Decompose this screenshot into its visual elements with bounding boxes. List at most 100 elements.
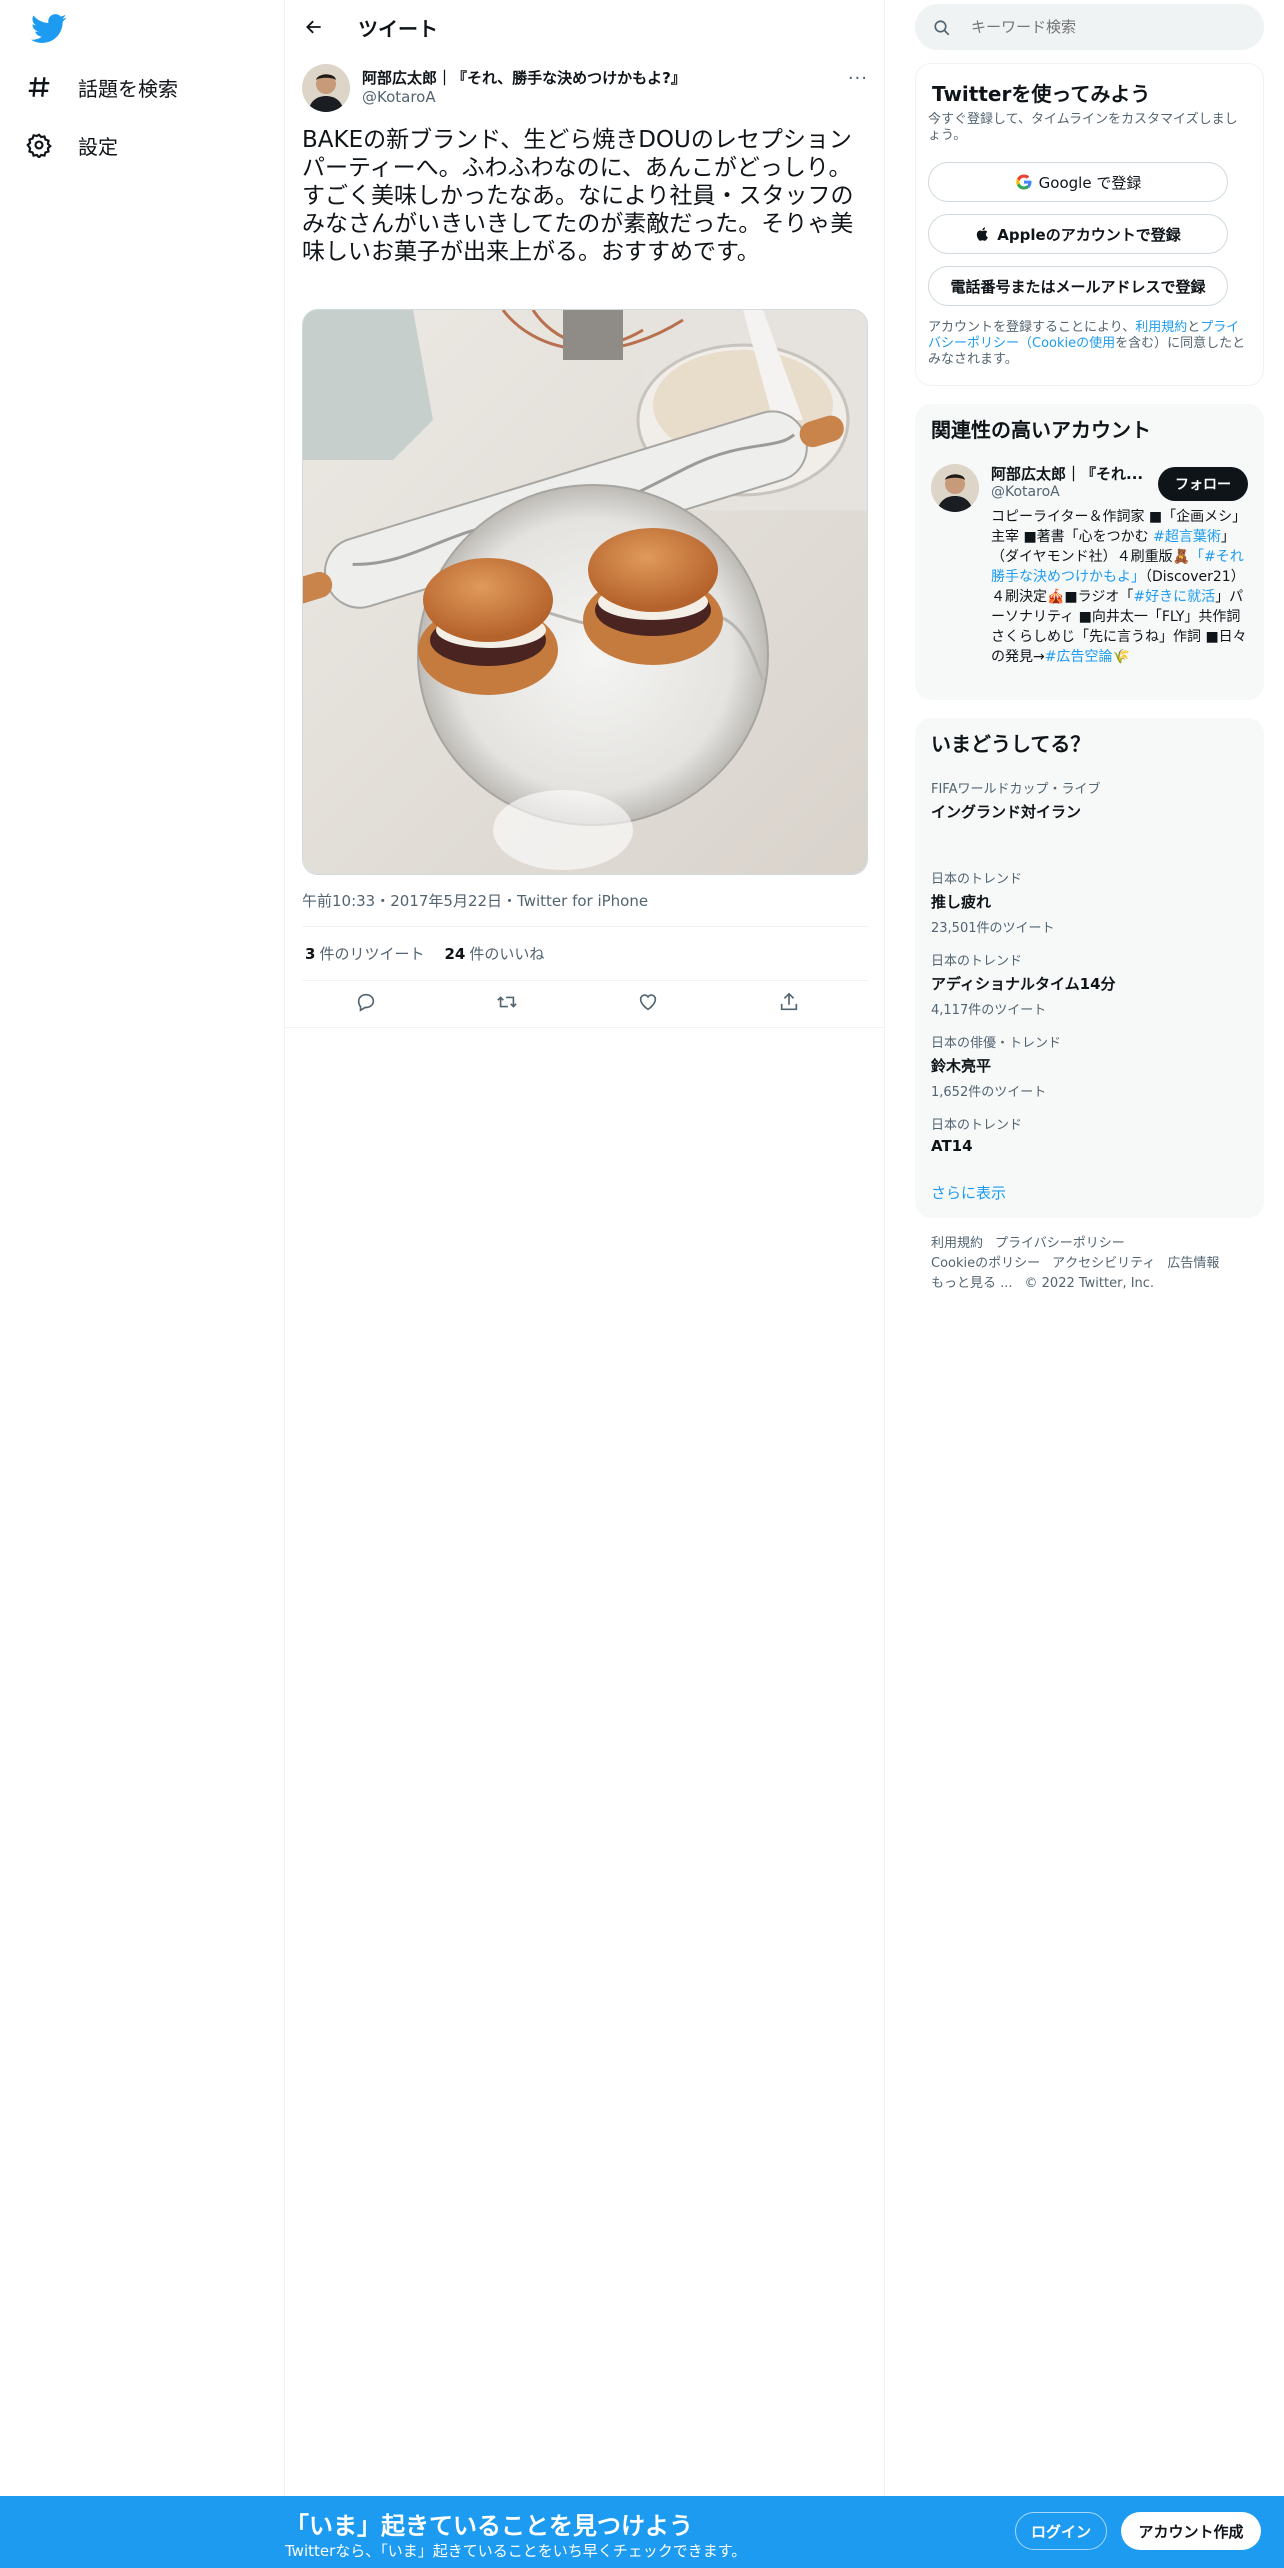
footer-links: 利用規約 プライバシーポリシー Cookieのポリシー アクセシビリティ 広告情報 も… xyxy=(931,1234,1251,1294)
trend-item[interactable]: 日本のトレンド アディショナルタイム14分 4,117件のツイート xyxy=(931,950,1116,1018)
trends-title: いまどうしてる？ xyxy=(931,732,1091,756)
divider xyxy=(302,980,868,981)
trend-name: アディショナルタイム14分 xyxy=(931,975,1116,993)
signup-panel: Twitterを使ってみよう 今すぐ登録して、タイムラインをカスタマイズしましょ… xyxy=(915,63,1264,386)
retweet-label: 件のリツイート xyxy=(319,945,425,963)
footer-terms-link[interactable]: 利用規約 xyxy=(931,1236,983,1251)
related-accounts-panel: 関連性の高いアカウント 阿部広太郎｜『それ... @KotaroA フォロー コ… xyxy=(915,404,1264,700)
terms-link[interactable]: 利用規約 xyxy=(1135,320,1187,335)
trend-item[interactable]: FIFAワールドカップ・ライブ イングランド対イラン xyxy=(931,778,1101,822)
footer-accessibility-link[interactable]: アクセシビリティ xyxy=(1052,1256,1155,1271)
author-avatar[interactable] xyxy=(302,64,350,112)
tweet-stats: 3 件のリツイート 24 件のいいね xyxy=(305,943,544,964)
related-name[interactable]: 阿部広太郎｜『それ... xyxy=(991,463,1143,484)
footer-privacy-link[interactable]: プライバシーポリシー xyxy=(995,1236,1125,1251)
bio-text: 🌾 xyxy=(1112,649,1130,665)
tweet-text: BAKEの新ブランド、生どら焼きDOUのレセプションパーティーへ。ふわふわなのに… xyxy=(302,127,854,265)
trend-name: 推し疲れ xyxy=(931,893,992,911)
related-title: 関連性の高いアカウント xyxy=(931,418,1151,442)
follow-button[interactable]: フォロー xyxy=(1158,467,1248,501)
login-button[interactable]: ログイン xyxy=(1015,2512,1107,2550)
trend-name: 鈴木亮平 xyxy=(931,1057,992,1075)
phone-signup-label: 電話番号またはメールアドレスで登録 xyxy=(950,277,1206,296)
trends-panel: いまどうしてる？ FIFAワールドカップ・ライブ イングランド対イラン 日本のト… xyxy=(915,718,1264,1218)
tweet-photo[interactable] xyxy=(302,309,868,875)
trend-name: AT14 xyxy=(931,1137,973,1155)
bio-hashtag[interactable]: #好きに就活 xyxy=(1133,589,1215,605)
search-box[interactable] xyxy=(915,4,1264,50)
arrow-left-icon xyxy=(306,20,321,34)
search-icon xyxy=(934,20,950,36)
divider xyxy=(302,926,868,927)
back-button[interactable] xyxy=(299,12,329,42)
create-account-button[interactable]: アカウント作成 xyxy=(1121,2512,1261,2550)
show-more-link[interactable]: さらに表示 xyxy=(931,1182,1006,1203)
trend-count: 1,652件のツイート xyxy=(931,1085,1047,1100)
footer-copyright: © 2022 Twitter, Inc. xyxy=(1024,1276,1155,1291)
trend-item[interactable]: 日本の俳優・トレンド 鈴木亮平 1,652件のツイート xyxy=(931,1032,1061,1100)
nav-settings-label: 設定 xyxy=(78,134,118,159)
nav-settings[interactable]: 設定 xyxy=(26,120,118,170)
trend-category: 日本のトレンド xyxy=(931,954,1023,969)
more-icon[interactable]: ··· xyxy=(848,68,868,89)
gear-icon xyxy=(26,133,52,158)
footer-cookie-link[interactable]: Cookieのポリシー xyxy=(931,1256,1040,1271)
footer-ads-link[interactable]: 広告情報 xyxy=(1167,1256,1219,1271)
like-count: 24 xyxy=(444,945,466,963)
footer-more-link[interactable]: もっと見る ... xyxy=(931,1276,1013,1291)
phone-signup-button[interactable]: 電話番号またはメールアドレスで登録 xyxy=(928,266,1228,306)
page-header: ツイート xyxy=(285,0,885,53)
retweet-count: 3 xyxy=(305,945,316,963)
trend-category: 日本のトレンド xyxy=(931,1118,1023,1133)
apple-icon xyxy=(977,227,989,241)
main-column: ツイート 阿部広太郎｜『それ、勝手な決めつけかもよ?』 @KotaroA ···… xyxy=(285,0,885,2496)
google-icon xyxy=(1015,174,1032,190)
related-bio: コピーライター＆作詞家 ■「企画メシ」主宰 ■著書「心をつかむ #超言葉術」（ダ… xyxy=(991,507,1251,667)
tweet-meta[interactable]: 午前10:33・2017年5月22日・Twitter for iPhone xyxy=(302,890,648,911)
nav-explore[interactable]: 話題を検索 xyxy=(26,62,178,112)
dorayaki-photo xyxy=(303,310,867,874)
hashtag-icon xyxy=(28,77,50,97)
banner-title: 「いま」起きていることを見つけよう xyxy=(285,2512,693,2540)
signup-legal: アカウントを登録することにより、利用規約とプライバシーポリシー（Cookieの使… xyxy=(928,320,1248,368)
tweet-actions xyxy=(302,983,868,1023)
like-stat[interactable]: 24 件のいいね xyxy=(444,943,544,964)
like-icon[interactable] xyxy=(637,991,661,1015)
apple-signup-label: Appleのアカウントで登録 xyxy=(997,225,1181,244)
avatar-image xyxy=(302,64,350,112)
retweet-icon[interactable] xyxy=(496,991,520,1015)
trend-category: 日本の俳優・トレンド xyxy=(931,1036,1062,1051)
banner-subtitle: Twitterなら、「いま」起きていることをいち早くチェックできます。 xyxy=(285,2542,747,2560)
twitter-bird-icon[interactable] xyxy=(31,14,67,44)
author-name[interactable]: 阿部広太郎｜『それ、勝手な決めつけかもよ?』 xyxy=(362,67,686,88)
google-signup-button[interactable]: Google で登録 xyxy=(928,162,1228,202)
nav-explore-label: 話題を検索 xyxy=(78,76,178,101)
related-handle[interactable]: @KotaroA xyxy=(991,484,1060,500)
left-sidebar: 話題を検索 設定 xyxy=(0,0,285,2496)
author-handle[interactable]: @KotaroA xyxy=(362,88,436,106)
related-avatar[interactable] xyxy=(931,464,979,512)
signup-subtitle: 今すぐ登録して、タイムラインをカスタマイズしましょう。 xyxy=(928,112,1238,143)
bio-hashtag[interactable]: #広告空論 xyxy=(1045,649,1113,665)
dorayaki-right xyxy=(583,528,723,665)
trend-category: FIFAワールドカップ・ライブ xyxy=(931,782,1101,797)
legal-text-2: と xyxy=(1187,320,1201,335)
trend-count: 4,117件のツイート xyxy=(931,1003,1047,1018)
search-input[interactable] xyxy=(971,4,1251,50)
page-title: ツイート xyxy=(358,17,438,41)
trend-name: イングランド対イラン xyxy=(931,803,1082,821)
retweet-stat[interactable]: 3 件のリツイート xyxy=(305,943,424,964)
apple-signup-button[interactable]: Appleのアカウントで登録 xyxy=(928,214,1228,254)
bio-hashtag[interactable]: #超言葉術 xyxy=(1153,529,1221,545)
trend-count: 23,501件のツイート xyxy=(931,921,1055,936)
divider xyxy=(285,1027,885,1028)
like-label: 件のいいね xyxy=(469,945,545,963)
avatar-image xyxy=(931,464,979,512)
dorayaki-left xyxy=(418,558,558,695)
share-icon[interactable] xyxy=(778,991,802,1015)
trend-item[interactable]: 日本のトレンド AT14 xyxy=(931,1114,1022,1155)
signup-banner: 「いま」起きていることを見つけよう Twitterなら、「いま」起きていることを… xyxy=(0,2496,1284,2568)
trend-item[interactable]: 日本のトレンド 推し疲れ 23,501件のツイート xyxy=(931,868,1055,936)
signup-title: Twitterを使ってみよう xyxy=(932,82,1151,106)
reply-icon[interactable] xyxy=(355,991,379,1015)
